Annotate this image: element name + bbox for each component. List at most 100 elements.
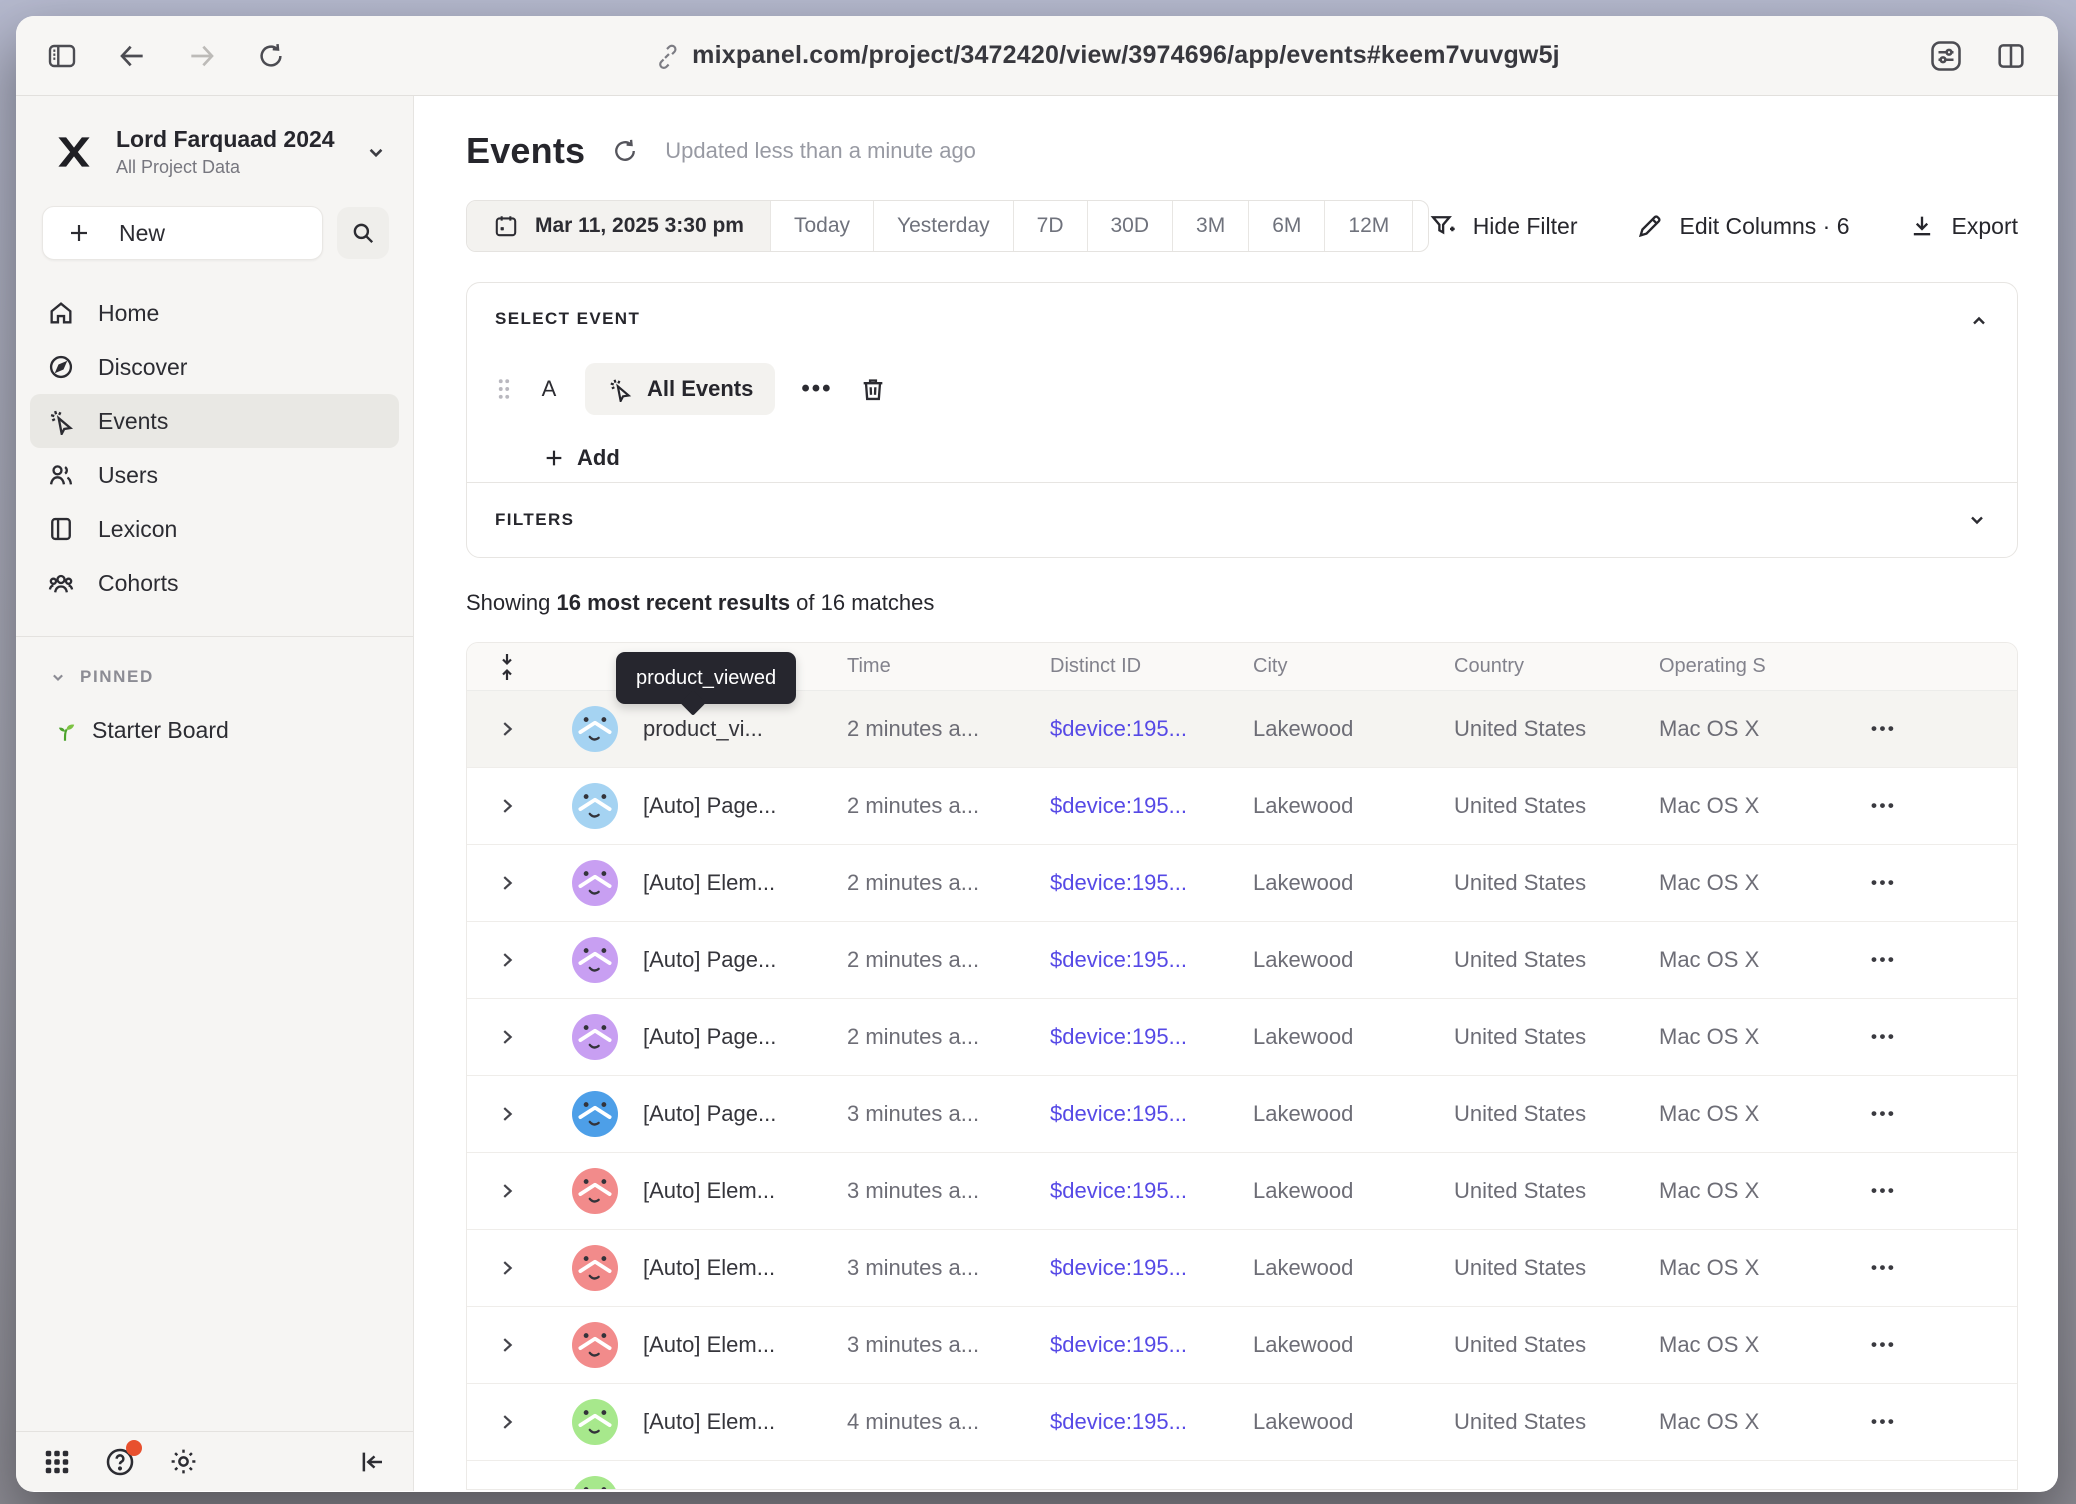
hide-filter-button[interactable]: Hide Filter [1429,212,1578,240]
back-icon[interactable] [116,40,148,72]
sidebar-toggle-icon[interactable] [46,40,78,72]
table-row[interactable]: [Auto] Page... 2 minutes a... $device:19… [467,922,2017,999]
chevron-up-icon[interactable] [1967,309,1991,333]
expand-row-icon[interactable] [467,1488,547,1490]
new-button[interactable]: New [42,206,323,260]
table-row[interactable]: [Auto] Elem... 4 minutes a... $device:19… [467,1384,2017,1461]
sidebar-item-lexicon[interactable]: Lexicon [30,502,399,556]
column-header-distinct-id[interactable]: Distinct ID [1050,655,1253,678]
column-header-time[interactable]: Time [847,655,1050,678]
sidebar-item-discover[interactable]: Discover [30,340,399,394]
distinct-id-link[interactable]: $device:195... [1050,947,1253,973]
os-cell: Mac OS X [1659,870,1861,896]
expand-row-icon[interactable] [467,872,547,894]
range-yesterday[interactable]: Yesterday [873,201,1013,251]
row-more-options-button[interactable]: ••• [1871,950,1896,970]
sidebar-item-starter-board[interactable]: Starter Board [16,687,413,744]
distinct-id-link[interactable]: $device:195... [1050,1101,1253,1127]
column-header-os[interactable]: Operating S [1659,655,1861,678]
expand-row-icon[interactable] [467,949,547,971]
trash-icon[interactable] [859,375,887,403]
edit-columns-button[interactable]: Edit Columns · 6 [1636,212,1850,240]
row-more-options-button[interactable]: ••• [1871,1027,1896,1047]
row-more-options-button[interactable]: ••• [1871,1412,1896,1432]
table-row[interactable]: [Auto] Page... 2 minutes a... $device:19… [467,768,2017,845]
pinned-section-header[interactable]: PINNED [16,637,413,687]
table-row[interactable]: [Auto] Elem... 3 minutes a... $device:19… [467,1153,2017,1230]
row-more-options-button[interactable]: ••• [1871,1104,1896,1124]
download-icon [1908,212,1936,240]
apps-grid-icon[interactable] [42,1447,72,1477]
range-12m[interactable]: 12M [1324,201,1412,251]
event-tooltip: product_viewed [616,652,796,704]
expand-row-icon[interactable] [467,1411,547,1433]
row-actions-cell: ••• [1861,1181,2017,1201]
refresh-icon[interactable] [611,137,639,165]
add-event-button[interactable]: Add [543,445,1989,471]
distinct-id-link[interactable]: $device:195... [1050,1409,1253,1435]
search-button[interactable] [337,207,389,259]
range-today[interactable]: Today [770,201,873,251]
collapse-rows-icon[interactable] [467,652,547,682]
address-bar[interactable]: mixpanel.com/project/3472420/view/397469… [286,41,1928,70]
sidebar-item-home[interactable]: Home [30,286,399,340]
sidebar-item-users[interactable]: Users [30,448,399,502]
row-more-options-button[interactable]: ••• [1871,719,1896,739]
chevron-down-icon[interactable] [1965,508,1989,532]
expand-row-icon[interactable] [467,1180,547,1202]
event-more-options-button[interactable]: ••• [801,375,832,403]
row-more-options-button[interactable]: ••• [1871,873,1896,893]
gear-icon[interactable] [168,1446,199,1477]
range-3m[interactable]: 3M [1172,201,1248,251]
collapse-sidebar-icon[interactable] [357,1447,387,1477]
range-xtd[interactable]: XTD [1412,201,1428,251]
sidebar-item-cohorts[interactable]: Cohorts [30,556,399,610]
range-6m[interactable]: 6M [1248,201,1324,251]
split-view-icon[interactable] [1994,39,2028,73]
tune-icon[interactable] [1928,38,1964,74]
range-30d[interactable]: 30D [1087,201,1173,251]
event-name-cell: [Auto] Page... [643,793,847,819]
select-event-panel: SELECT EVENT A All Events ••• [466,282,2018,484]
project-switcher[interactable]: Lord Farquaad 2024 All Project Data [16,96,413,178]
table-row[interactable]: [Auto] Page... 3 minutes a... $device:19… [467,1076,2017,1153]
column-header-country[interactable]: Country [1454,655,1659,678]
expand-row-icon[interactable] [467,718,547,740]
row-more-options-button[interactable]: ••• [1871,1258,1896,1278]
expand-row-icon[interactable] [467,1334,547,1356]
expand-row-icon[interactable] [467,795,547,817]
column-header-city[interactable]: City [1253,655,1454,678]
expand-row-icon[interactable] [467,1026,547,1048]
row-actions-cell: ••• [1861,1104,2017,1124]
table-row[interactable]: ••• [467,1461,2017,1490]
distinct-id-link[interactable]: $device:195... [1050,870,1253,896]
drag-handle-icon[interactable] [495,376,513,402]
distinct-id-link[interactable]: $device:195... [1050,1024,1253,1050]
plus-icon [543,447,565,469]
expand-row-icon[interactable] [467,1103,547,1125]
distinct-id-link[interactable]: $device:195... [1050,1332,1253,1358]
export-button[interactable]: Export [1908,212,2018,240]
table-row[interactable]: [Auto] Elem... 2 minutes a... $device:19… [467,845,2017,922]
row-more-options-button[interactable]: ••• [1871,1181,1896,1201]
distinct-id-link[interactable]: $device:195... [1050,1255,1253,1281]
table-row[interactable]: [Auto] Elem... 3 minutes a... $device:19… [467,1230,2017,1307]
sidebar-item-events[interactable]: Events [30,394,399,448]
distinct-id-link[interactable]: $device:195... [1050,1178,1253,1204]
row-more-options-button[interactable]: ••• [1871,1335,1896,1355]
table-row[interactable]: [Auto] Elem... 3 minutes a... $device:19… [467,1307,2017,1384]
expand-row-icon[interactable] [467,1257,547,1279]
event-name-cell: [Auto] Elem... [643,1255,847,1281]
distinct-id-link[interactable]: $device:195... [1050,793,1253,819]
distinct-id-link[interactable]: $device:195... [1050,716,1253,742]
row-more-options-button[interactable]: ••• [1871,1489,1896,1490]
table-row[interactable]: [Auto] Page... 2 minutes a... $device:19… [467,999,2017,1076]
sidebar-item-label: Home [98,300,159,327]
date-range-selected[interactable]: Mar 11, 2025 3:30 pm [467,201,770,251]
row-more-options-button[interactable]: ••• [1871,796,1896,816]
range-7d[interactable]: 7D [1013,201,1087,251]
all-events-selector[interactable]: All Events [585,363,775,415]
city-cell: Lakewood [1253,1024,1454,1050]
reload-icon[interactable] [256,41,286,71]
help-icon[interactable] [104,1446,136,1478]
